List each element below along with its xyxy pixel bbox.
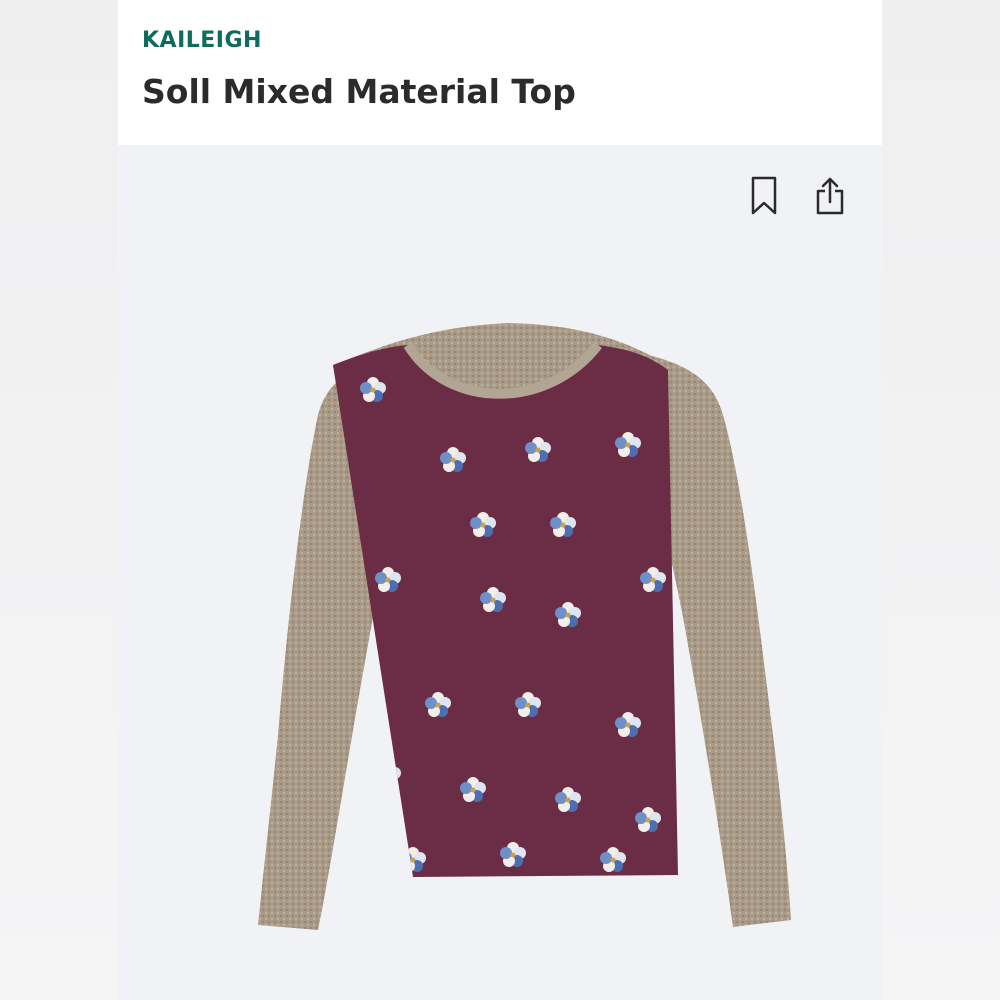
product-actions: [748, 175, 846, 217]
background-right: [882, 0, 1000, 1000]
product-card: KAILEIGH Soll Mixed Material Top: [118, 0, 882, 1000]
product-title: Soll Mixed Material Top: [142, 72, 576, 111]
save-button[interactable]: [748, 175, 780, 217]
share-icon: [816, 177, 844, 215]
share-button[interactable]: [814, 175, 846, 217]
product-header: KAILEIGH Soll Mixed Material Top: [118, 0, 882, 145]
bookmark-icon: [751, 176, 777, 215]
background-left: [0, 0, 118, 1000]
brand-name[interactable]: KAILEIGH: [142, 28, 262, 53]
product-image: [258, 323, 791, 930]
